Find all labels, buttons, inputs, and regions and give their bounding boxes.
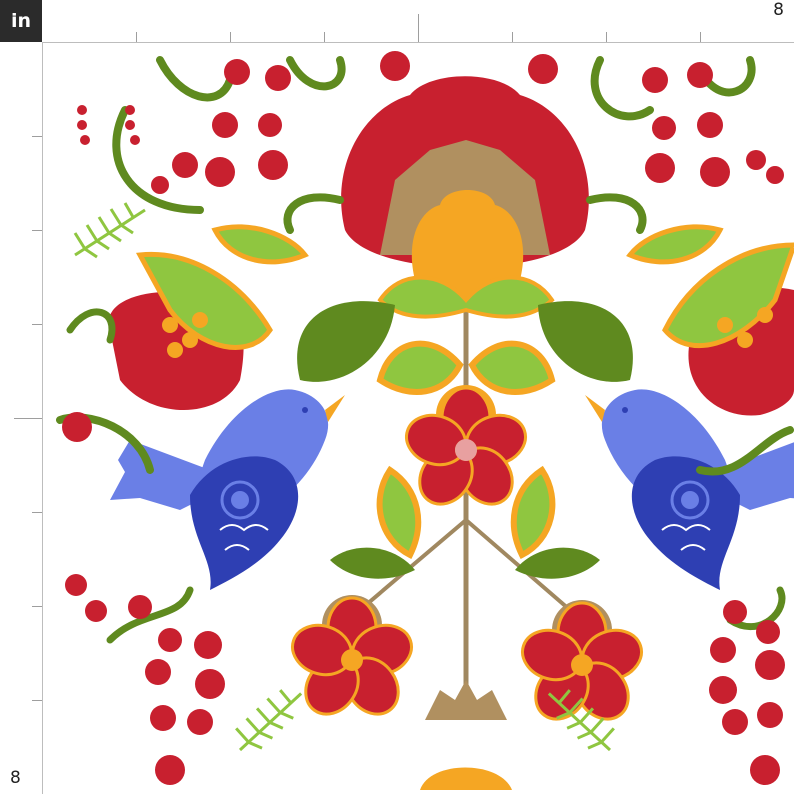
left-side-flower: [108, 251, 273, 410]
central-large-flower: [341, 76, 589, 319]
ruler-tick: [32, 512, 42, 513]
left-bird: [108, 387, 347, 592]
ruler-tick: [32, 230, 42, 231]
ruler-tick: [32, 136, 42, 137]
ruler-tick: [136, 32, 137, 42]
ruler-tick: [32, 324, 42, 325]
fabric-pattern-preview: [43, 43, 794, 794]
ruler-left-number: 8: [10, 768, 21, 788]
right-bird: [583, 387, 794, 592]
ruler-top-number: 8: [773, 0, 784, 20]
lower-right-flower: [514, 600, 650, 731]
right-side-flower: [662, 242, 794, 416]
ruler-tick: [14, 418, 42, 419]
ruler-tick: [700, 32, 701, 42]
ruler-tick: [418, 14, 419, 42]
ruler-tick: [32, 700, 42, 701]
ruler-tick: [606, 32, 607, 42]
unit-toggle-button[interactable]: in: [0, 0, 42, 42]
ruler-left: 8: [0, 42, 43, 794]
ruler-tick: [324, 32, 325, 42]
ruler-tick: [32, 606, 42, 607]
ruler-top: 8: [42, 0, 794, 43]
ruler-tick: [512, 32, 513, 42]
lower-left-flower: [284, 595, 420, 726]
ruler-tick: [230, 32, 231, 42]
